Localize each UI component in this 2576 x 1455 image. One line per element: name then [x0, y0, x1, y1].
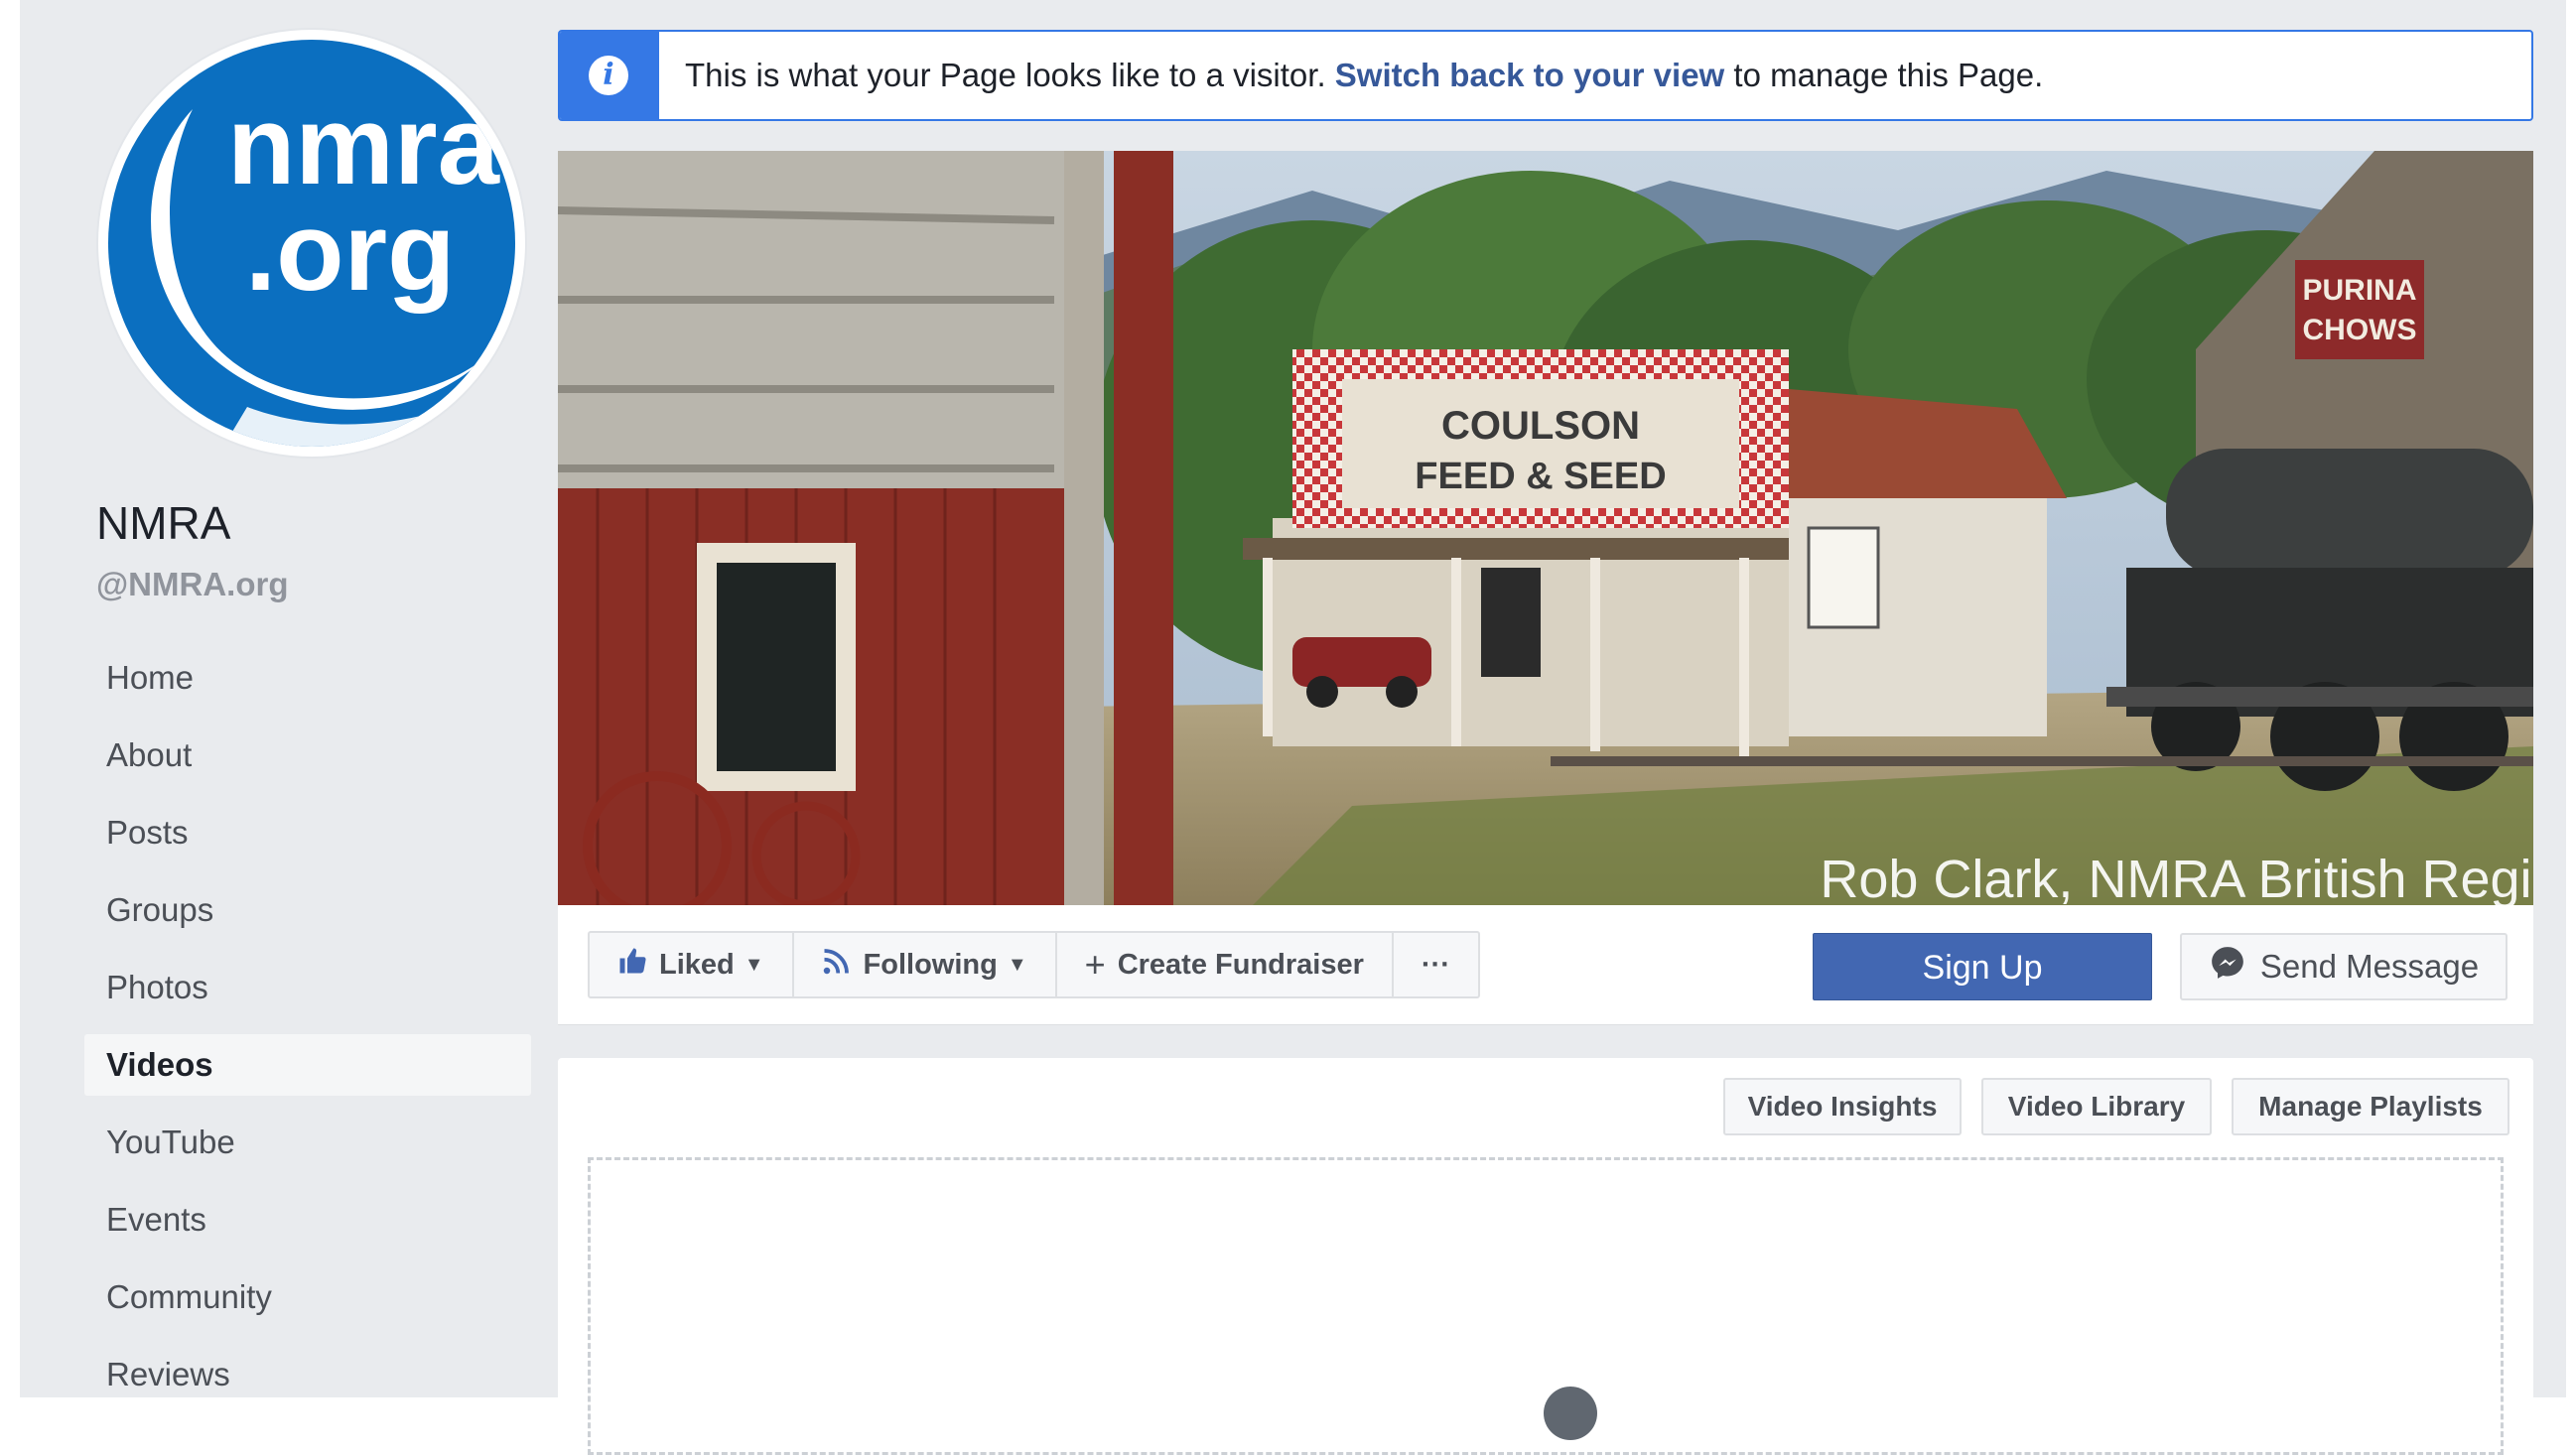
banner-text-before: This is what your Page looks like to a v… — [685, 57, 1335, 93]
svg-text:.org: .org — [245, 190, 456, 314]
nmra-logo-icon: nmra .org — [108, 40, 515, 447]
create-fundraiser-button[interactable]: + Create Fundraiser — [1057, 933, 1394, 996]
nav-item-groups[interactable]: Groups — [84, 879, 531, 941]
sign-up-button[interactable]: Sign Up — [1813, 933, 2152, 1000]
nav-item-photos[interactable]: Photos — [84, 957, 531, 1018]
more-options-button[interactable]: ··· — [1394, 933, 1478, 996]
video-library-button[interactable]: Video Library — [1981, 1078, 2212, 1135]
manage-playlists-button[interactable]: Manage Playlists — [2232, 1078, 2509, 1135]
video-upload-dropzone[interactable] — [588, 1157, 2504, 1455]
videos-card: Video Insights Video Library Manage Play… — [558, 1058, 2533, 1455]
following-button[interactable]: Following ▼ — [794, 933, 1057, 996]
nav-item-about[interactable]: About — [84, 725, 531, 786]
cover-caption: Rob Clark, NMRA British Region — [1820, 850, 2533, 905]
svg-text:PURINA: PURINA — [2302, 274, 2416, 307]
switch-view-link[interactable]: Switch back to your view — [1335, 57, 1724, 93]
plus-icon: + — [1084, 944, 1106, 985]
page-nav: Home About Posts Groups Photos Videos Yo… — [84, 647, 531, 1421]
page-action-group: Liked ▼ Following ▼ + Create Fundraiser … — [588, 931, 1480, 998]
messenger-icon — [2209, 944, 2246, 990]
send-message-button[interactable]: Send Message — [2180, 933, 2508, 1000]
rss-feed-icon — [822, 946, 852, 984]
info-icon: i — [589, 56, 628, 95]
video-insights-button[interactable]: Video Insights — [1723, 1078, 1962, 1135]
chevron-down-icon: ▼ — [1007, 953, 1027, 976]
liked-label: Liked — [659, 948, 735, 981]
nav-item-community[interactable]: Community — [84, 1266, 531, 1328]
profile-logo[interactable]: nmra .org — [98, 30, 525, 457]
upload-icon — [1544, 1387, 1597, 1440]
banner-icon-box: i — [560, 32, 659, 119]
following-label: Following — [863, 948, 998, 981]
banner-message: This is what your Page looks like to a v… — [685, 32, 2043, 119]
svg-text:FEED & SEED: FEED & SEED — [1415, 456, 1666, 497]
nav-item-home[interactable]: Home — [84, 647, 531, 709]
chevron-down-icon: ▼ — [744, 953, 764, 976]
svg-text:COULSON: COULSON — [1441, 404, 1640, 448]
visitor-view-banner: i This is what your Page looks like to a… — [558, 30, 2533, 121]
nav-item-youtube[interactable]: YouTube — [84, 1112, 531, 1173]
page-name[interactable]: NMRA — [96, 496, 230, 550]
thumbs-up-icon — [617, 946, 647, 984]
page-action-bar: Liked ▼ Following ▼ + Create Fundraiser … — [558, 905, 2533, 1025]
svg-text:CHOWS: CHOWS — [2303, 314, 2417, 346]
page-handle[interactable]: @NMRA.org — [96, 566, 289, 603]
create-fundraiser-label: Create Fundraiser — [1117, 948, 1364, 981]
liked-button[interactable]: Liked ▼ — [590, 933, 794, 996]
cover-photo[interactable]: COULSON FEED & SEED PURINA CHOWS Rob Cla… — [558, 151, 2533, 905]
banner-text-after: to manage this Page. — [1724, 57, 2044, 93]
send-message-label: Send Message — [2259, 948, 2480, 985]
cover-photo-image: COULSON FEED & SEED PURINA CHOWS Rob Cla… — [558, 151, 2533, 905]
nav-item-videos[interactable]: Videos — [84, 1034, 531, 1096]
nav-item-events[interactable]: Events — [84, 1189, 531, 1251]
nav-item-reviews[interactable]: Reviews — [84, 1344, 531, 1405]
nav-item-posts[interactable]: Posts — [84, 802, 531, 863]
